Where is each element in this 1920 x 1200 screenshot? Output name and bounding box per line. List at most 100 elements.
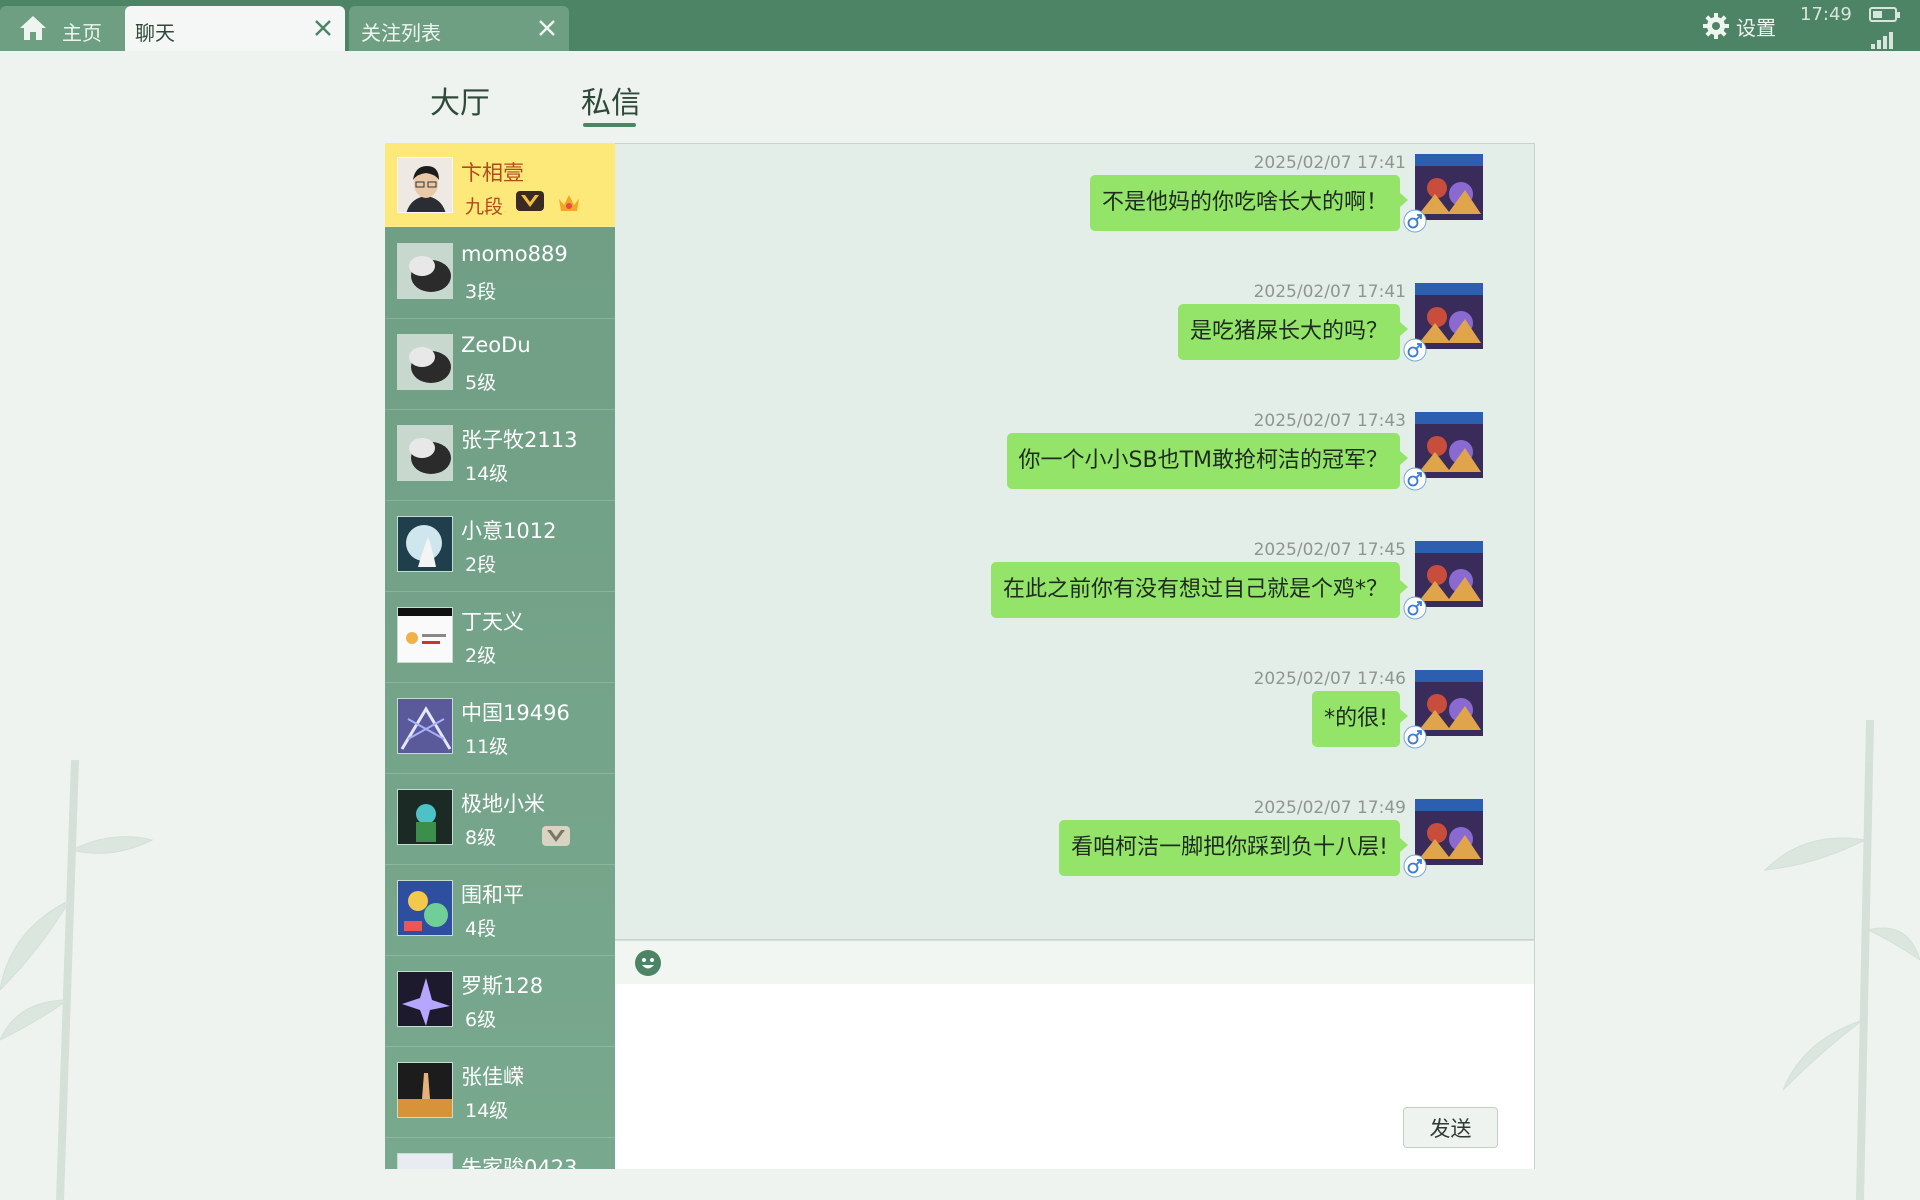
avatar <box>397 425 453 481</box>
contact-item[interactable]: 丁天义 2级 <box>385 592 615 683</box>
contact-name: momo889 <box>461 242 568 266</box>
contact-item[interactable]: 朱家骏0423 <box>385 1138 615 1169</box>
contact-rank: 8级 <box>465 827 497 849</box>
contact-item[interactable]: 极地小米 8级 <box>385 774 615 865</box>
close-icon[interactable] <box>537 18 557 38</box>
contact-name: 罗斯128 <box>461 974 544 998</box>
bamboo-decoration-right <box>1763 719 1920 1200</box>
contact-rank: 3段 <box>465 281 497 303</box>
segment-active-indicator <box>583 123 636 127</box>
vip-badge-icon <box>542 826 570 846</box>
chat-message-area[interactable]: 2025/02/07 17:41 不是他妈的你吃啥长大的啊！ 2025/02/0… <box>615 143 1535 940</box>
contact-item[interactable]: 围和平 4段 <box>385 865 615 956</box>
composer-toolbar <box>615 940 1535 984</box>
message-time: 2025/02/07 17:43 <box>1253 411 1406 431</box>
contact-item[interactable]: momo889 3段 <box>385 228 615 319</box>
gear-icon <box>1703 13 1729 39</box>
avatar <box>397 789 453 845</box>
message-bubble: 不是他妈的你吃啥长大的啊！ <box>1089 175 1409 231</box>
contact-name: 卞相壹 <box>461 161 524 185</box>
avatar <box>397 1062 453 1118</box>
segment-private-messages[interactable]: 私信 <box>581 78 641 122</box>
tab-home-label: 主页 <box>62 21 102 45</box>
message-input[interactable] <box>615 984 1535 1169</box>
contact-item[interactable]: 小意1012 2段 <box>385 501 615 592</box>
avatar <box>397 157 453 213</box>
contact-rank: 5级 <box>465 372 497 394</box>
segment-hall[interactable]: 大厅 <box>430 78 490 122</box>
contact-name: 中国19496 <box>461 701 570 725</box>
home-icon <box>20 16 46 40</box>
contact-item[interactable]: 卞相壹 九段 <box>385 143 615 227</box>
avatar <box>397 971 453 1027</box>
message-bubble: 是吃猪屎长大的吗？ <box>1177 304 1409 360</box>
avatar <box>397 516 453 572</box>
tab-chat[interactable]: 聊天 <box>125 6 345 51</box>
avatar <box>397 698 453 754</box>
contact-name: 围和平 <box>461 883 524 907</box>
avatar <box>397 607 453 663</box>
avatar <box>397 334 453 390</box>
vip-badge-icon <box>516 191 544 211</box>
message-bubble: 看咱柯洁一脚把你踩到负十八层! <box>1059 820 1408 876</box>
message-time: 2025/02/07 17:41 <box>1253 282 1406 302</box>
settings-button[interactable]: 设置 <box>1702 10 1776 42</box>
message-time: 2025/02/07 17:41 <box>1253 153 1406 173</box>
message-time: 2025/02/07 17:45 <box>1253 540 1406 560</box>
battery-icon <box>1869 7 1900 22</box>
settings-label: 设置 <box>1736 15 1776 40</box>
signal-icon <box>1871 32 1897 49</box>
male-gender-icon <box>1403 596 1427 620</box>
tab-follow-list[interactable]: 关注列表 <box>349 6 569 51</box>
contact-item[interactable]: 中国19496 11级 <box>385 683 615 774</box>
message-bubble: 你一个小小SB也TM敢抢柯洁的冠军？ <box>1006 433 1409 489</box>
contact-name: 张子牧2113 <box>461 428 578 452</box>
contact-rank: 九段 <box>465 196 504 218</box>
tab-follow-list-label: 关注列表 <box>361 21 441 45</box>
contact-item[interactable]: 张子牧2113 14级 <box>385 410 615 501</box>
male-gender-icon <box>1403 467 1427 491</box>
message-time: 2025/02/07 17:49 <box>1253 798 1406 818</box>
contact-name: 极地小米 <box>461 792 545 816</box>
male-gender-icon <box>1403 725 1427 749</box>
male-gender-icon <box>1403 338 1427 362</box>
contact-rank: 11级 <box>465 736 509 758</box>
chat-message: 2025/02/07 17:46 *的很! <box>615 660 1535 780</box>
status-time: 17:49 <box>1800 4 1852 25</box>
bamboo-decoration-left <box>0 759 154 1200</box>
contact-item[interactable]: 罗斯128 6级 <box>385 956 615 1047</box>
message-bubble: *的很! <box>1312 691 1408 747</box>
contact-item[interactable]: ZeoDu 5级 <box>385 319 615 410</box>
contact-name: 张佳嵘 <box>461 1065 524 1089</box>
avatar <box>397 880 453 936</box>
avatar <box>397 243 453 299</box>
contact-rank: 6级 <box>465 1009 497 1031</box>
avatar <box>397 1153 453 1169</box>
message-time: 2025/02/07 17:46 <box>1253 669 1406 689</box>
contact-rank: 14级 <box>465 1100 509 1122</box>
emoji-icon[interactable] <box>634 949 662 977</box>
contact-list[interactable]: 卞相壹 九段 momo889 3段 ZeoDu 5级 张子牧2113 14级 小… <box>385 143 615 1169</box>
contact-name: 朱家骏0423 <box>461 1156 578 1169</box>
male-gender-icon <box>1403 209 1427 233</box>
contact-rank: 4段 <box>465 918 497 940</box>
male-gender-icon <box>1403 854 1427 878</box>
contact-rank: 2级 <box>465 645 497 667</box>
chat-message: 2025/02/07 17:43 你一个小小SB也TM敢抢柯洁的冠军？ <box>615 402 1535 522</box>
contact-name: ZeoDu <box>461 333 531 357</box>
chat-message: 2025/02/07 17:49 看咱柯洁一脚把你踩到负十八层! <box>615 789 1535 909</box>
contact-rank: 2段 <box>465 554 497 576</box>
title-bar: 主页 聊天 关注列表 设置 17:49 <box>0 0 1920 51</box>
send-button[interactable]: 发送 <box>1403 1107 1498 1148</box>
contact-rank: 14级 <box>465 463 509 485</box>
chat-message: 2025/02/07 17:45 在此之前你有没有想过自己就是个鸡*？ <box>615 531 1535 651</box>
chat-message: 2025/02/07 17:41 不是他妈的你吃啥长大的啊！ <box>615 144 1535 264</box>
contact-item[interactable]: 张佳嵘 14级 <box>385 1047 615 1138</box>
contact-name: 小意1012 <box>461 519 557 543</box>
tab-chat-label: 聊天 <box>135 21 175 45</box>
chat-message: 2025/02/07 17:41 是吃猪屎长大的吗？ <box>615 273 1535 393</box>
contact-name: 丁天义 <box>461 610 524 634</box>
message-bubble: 在此之前你有没有想过自己就是个鸡*？ <box>990 562 1409 618</box>
close-icon[interactable] <box>313 18 333 38</box>
crown-badge-icon <box>559 195 579 211</box>
